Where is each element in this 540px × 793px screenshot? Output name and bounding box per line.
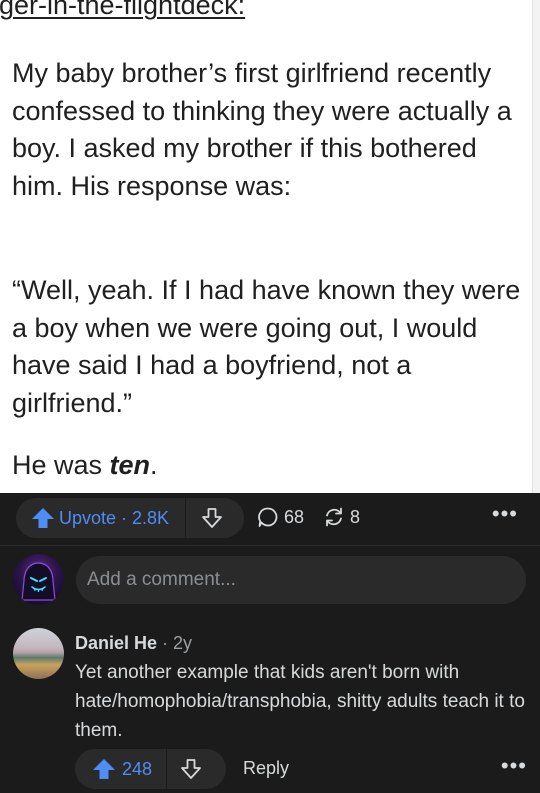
downvote-button[interactable]: [192, 498, 232, 538]
comment-bubble-icon: [258, 507, 278, 527]
comment: Daniel He · 2y Yet another example that …: [0, 616, 540, 793]
post-paragraph-3: He was ten.: [12, 447, 532, 485]
current-user-avatar[interactable]: [13, 554, 64, 605]
comment-vote-pill: 248: [75, 749, 226, 789]
post-paragraph-3-emphasis: ten: [109, 450, 151, 480]
shares-count: 8: [350, 506, 361, 527]
share-button[interactable]: 8: [323, 506, 360, 528]
image-edge: [532, 0, 540, 493]
upvote-arrow-icon: [93, 759, 115, 779]
post-action-bar: Upvote · 2.8K 68 8 •••: [0, 493, 540, 545]
post-vote-pill: Upvote · 2.8K: [16, 498, 244, 538]
comment-upvote-button[interactable]: 248: [75, 749, 162, 789]
comment-upvote-count: 248: [122, 758, 153, 779]
downvote-arrow-icon: [202, 508, 222, 528]
share-icon: [326, 507, 342, 527]
commenter-avatar[interactable]: [13, 628, 64, 679]
post-paragraph-1: My baby brother’s first girlfriend recen…: [12, 58, 512, 201]
comment-vote-divider: [166, 749, 168, 789]
post-paragraph-2: “Well, yeah. If I had have known they we…: [12, 275, 521, 418]
comment-body: Yet another example that kids aren't bor…: [75, 662, 525, 741]
comment-author[interactable]: Daniel He: [75, 633, 157, 653]
post-paragraph-3-suffix: .: [150, 450, 158, 480]
comment-header: Daniel He · 2y: [75, 633, 192, 654]
comments-button[interactable]: 68: [257, 506, 304, 528]
vote-divider: [185, 498, 187, 538]
upvote-button[interactable]: Upvote · 2.8K: [16, 498, 181, 538]
post-more-button[interactable]: •••: [492, 501, 518, 527]
comment-more-button[interactable]: •••: [501, 753, 527, 779]
upvote-arrow-icon: [32, 508, 54, 528]
add-comment-input[interactable]: [76, 556, 526, 604]
comments-count: 68: [284, 506, 305, 527]
upvote-label: Upvote · 2.8K: [59, 507, 170, 528]
reply-button[interactable]: Reply: [243, 758, 289, 779]
comment-actions: 248 Reply •••: [75, 749, 527, 791]
comment-timestamp: · 2y: [157, 633, 193, 653]
comment-composer: [0, 546, 540, 616]
post-paragraph-3-prefix: He was: [12, 450, 110, 480]
post-username: ger-in-the-flightdeck:: [0, 0, 246, 20]
downvote-arrow-icon: [181, 759, 201, 779]
comment-downvote-button[interactable]: [171, 749, 211, 789]
post-image[interactable]: ger-in-the-flightdeck: My baby brother’s…: [0, 0, 540, 493]
hooded-figure-avatar-icon: [21, 562, 56, 601]
